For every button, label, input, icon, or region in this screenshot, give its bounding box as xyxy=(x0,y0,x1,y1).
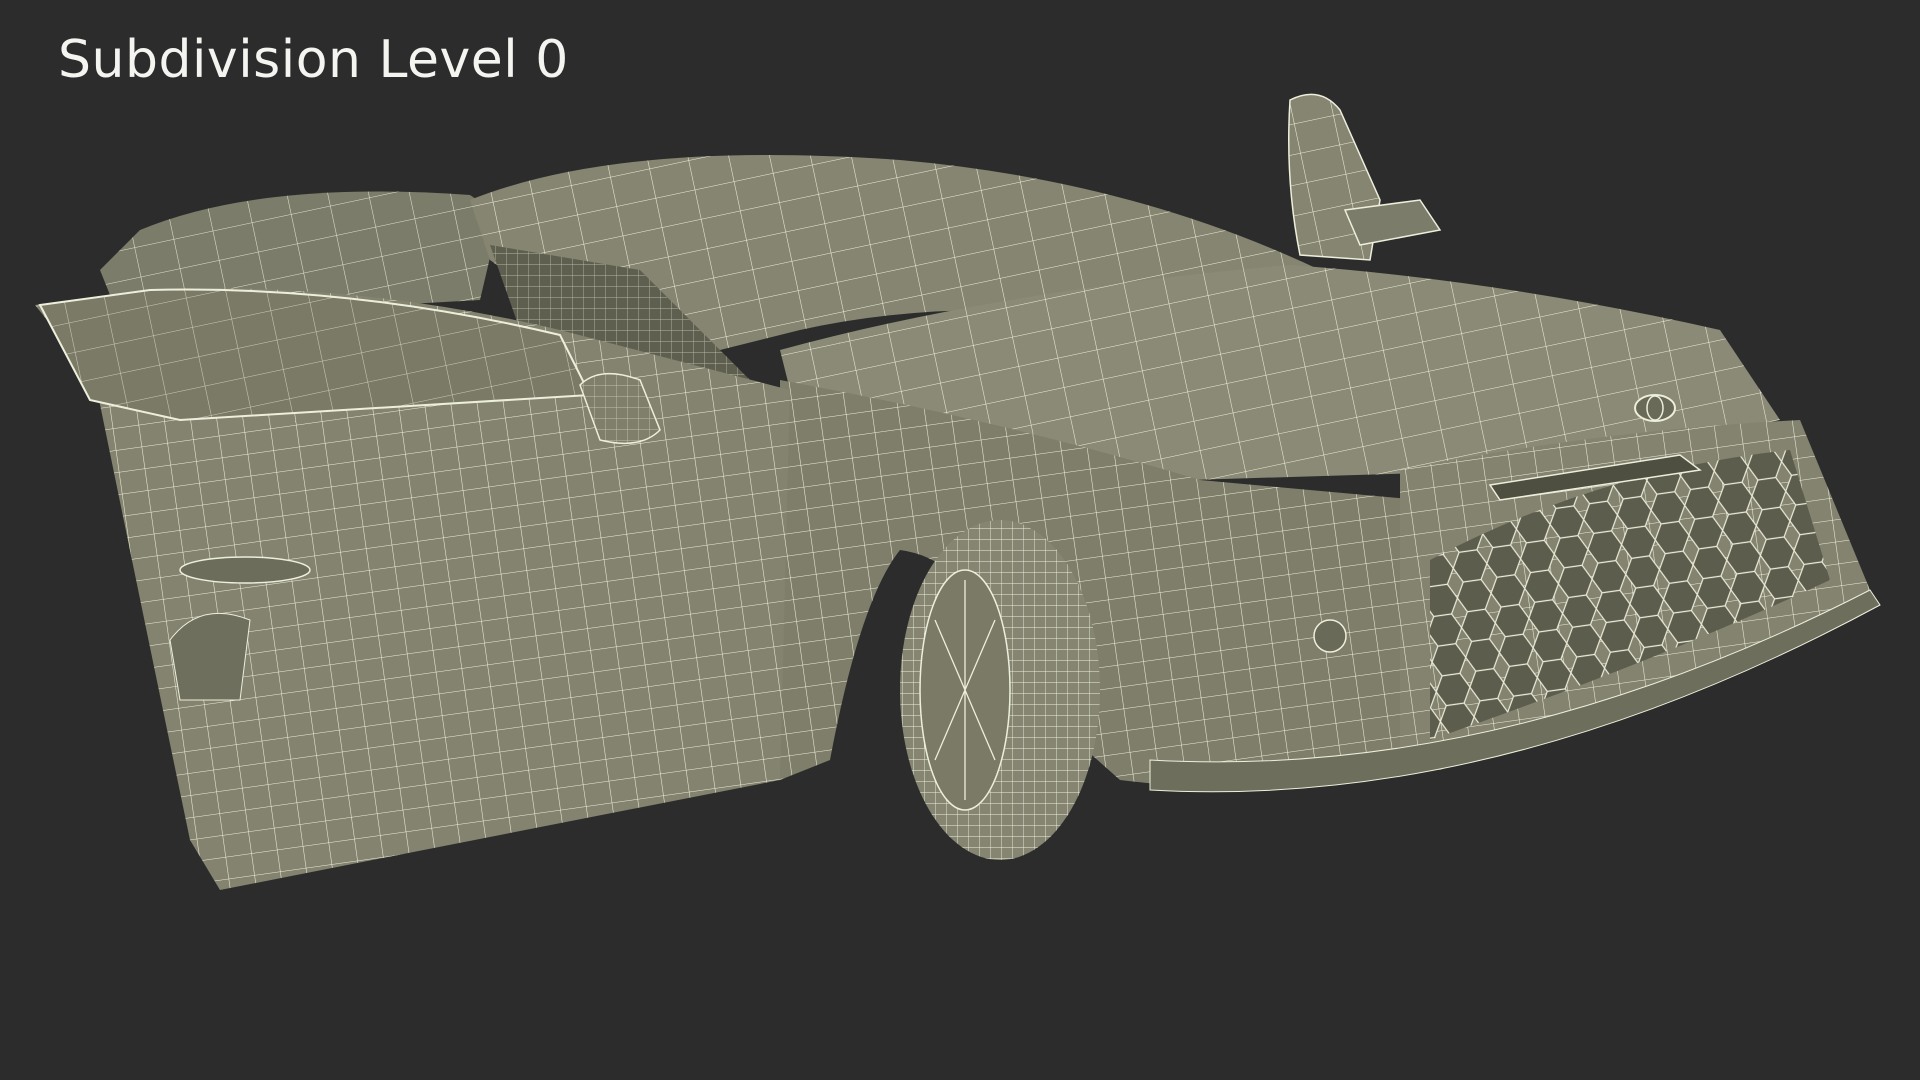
car-wireframe-render xyxy=(35,93,1881,890)
door-handle xyxy=(179,556,311,584)
car-body xyxy=(35,93,1881,890)
front-wheel xyxy=(900,520,1100,860)
fog-light xyxy=(1313,619,1347,653)
brand-emblem xyxy=(1634,394,1676,422)
